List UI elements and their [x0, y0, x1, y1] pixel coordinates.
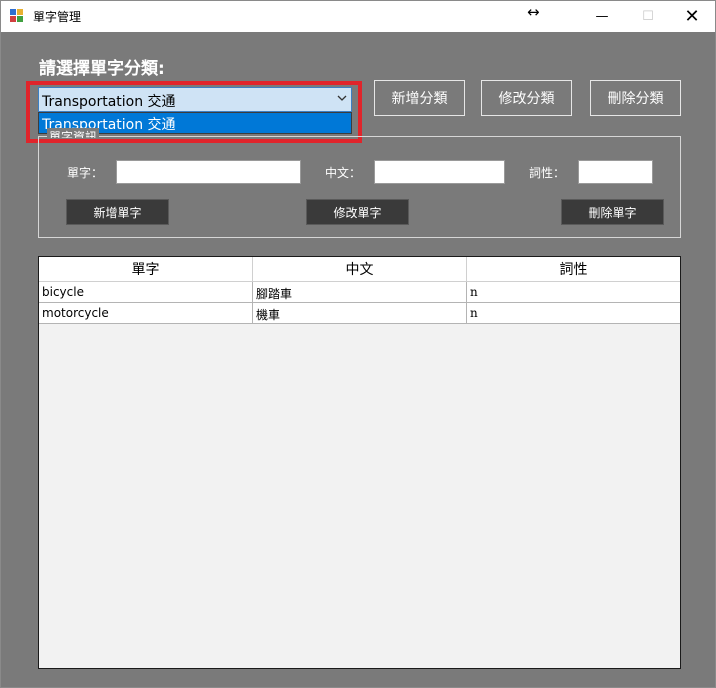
cell-chinese[interactable]: 腳踏車 — [253, 282, 467, 302]
minimize-button[interactable]: — — [579, 1, 625, 32]
pos-input[interactable] — [578, 160, 653, 184]
close-button[interactable]: ✕ — [669, 1, 715, 32]
chinese-input[interactable] — [374, 160, 505, 184]
delete-word-button[interactable]: 刪除單字 — [561, 199, 664, 225]
column-header-word[interactable]: 單字 — [39, 257, 253, 281]
column-header-pos[interactable]: 詞性 — [467, 257, 680, 281]
table-row[interactable]: motorcycle 機車 n — [39, 303, 680, 324]
word-input[interactable] — [116, 160, 301, 184]
add-category-button[interactable]: 新增分類 — [374, 80, 465, 116]
cell-word[interactable]: motorcycle — [39, 303, 253, 323]
edit-word-button[interactable]: 修改單字 — [306, 199, 409, 225]
word-info-group-title: 單字資訊 — [47, 128, 100, 138]
pos-label: 詞性： — [529, 166, 566, 180]
category-label: 請選擇單字分類: — [39, 59, 165, 79]
word-grid[interactable]: 單字 中文 詞性 bicycle 腳踏車 n motorcycle 機車 n — [38, 256, 681, 669]
client-area: 請選擇單字分類: Transportation 交通 Transportatio… — [1, 32, 715, 687]
title-bar[interactable]: 單字管理 ↔ — ☐ ✕ — [1, 1, 715, 32]
column-header-chinese[interactable]: 中文 — [253, 257, 467, 281]
delete-category-button[interactable]: 刪除分類 — [590, 80, 681, 116]
grid-header: 單字 中文 詞性 — [39, 257, 680, 282]
cell-pos[interactable]: n — [467, 282, 680, 302]
add-word-button[interactable]: 新增單字 — [66, 199, 169, 225]
cell-chinese[interactable]: 機車 — [253, 303, 467, 323]
window-title: 單字管理 — [33, 10, 82, 24]
maximize-button[interactable]: ☐ — [625, 1, 671, 32]
resize-cursor-icon: ↔ — [527, 3, 540, 21]
table-row[interactable]: bicycle 腳踏車 n — [39, 282, 680, 303]
edit-category-button[interactable]: 修改分類 — [481, 80, 572, 116]
word-label: 單字： — [67, 166, 104, 180]
app-window: 單字管理 ↔ — ☐ ✕ 請選擇單字分類: Transportation 交通 … — [0, 0, 716, 688]
app-icon — [10, 9, 26, 25]
cell-pos[interactable]: n — [467, 303, 680, 323]
chinese-label: 中文： — [325, 166, 362, 180]
cell-word[interactable]: bicycle — [39, 282, 253, 302]
